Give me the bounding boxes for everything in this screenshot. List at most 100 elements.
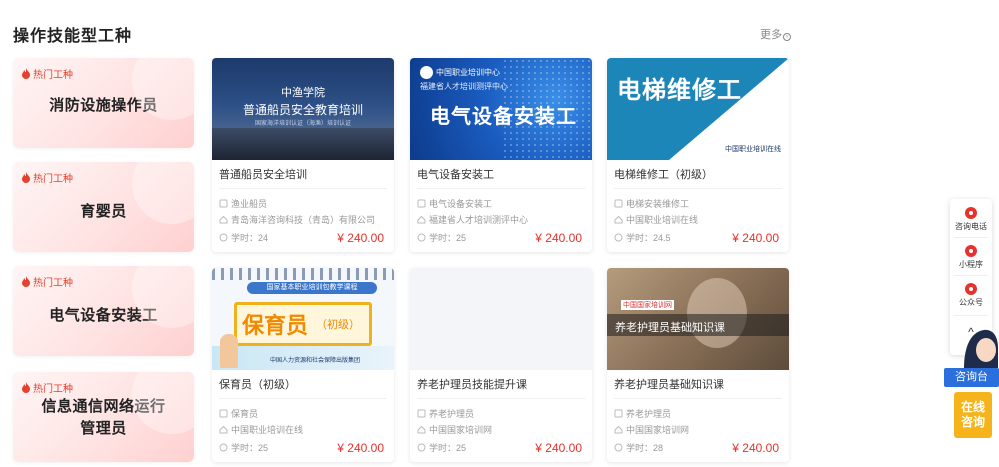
divider: [954, 275, 988, 276]
more-link[interactable]: 更多 ›: [760, 26, 791, 42]
notebook-rings: [212, 268, 394, 280]
course-hours-label: 学时：25: [231, 443, 269, 453]
course-thumbnail: 国家基本职业培训包教学课程 保育员 （初级） 中国人力资源和社会保障出版集团: [212, 268, 394, 370]
phone-icon: [965, 207, 977, 219]
course-hours: 学时：25: [417, 441, 466, 454]
official-account-item[interactable]: 公众号: [950, 283, 992, 308]
fp-label: 小程序: [959, 260, 983, 269]
course-org: 福建省人才培训测评中心: [417, 213, 528, 226]
wechat-icon: [965, 283, 977, 295]
course-card[interactable]: 养老护理员技能提升课 养老护理员 中国国家培训网 学时：25 ¥ 240.00: [410, 268, 592, 462]
course-hours: 学时：24: [219, 231, 268, 244]
home-icon: [219, 425, 228, 434]
thumbnail-banner: 国家基本职业培训包教学课程: [247, 282, 377, 294]
course-type: 养老护理员: [614, 407, 671, 420]
course-price: ¥ 240.00: [535, 441, 582, 455]
course-org-label: 中国职业培训在线: [626, 215, 699, 225]
thumbnail-text: 福建省人才培训测评中心: [420, 82, 508, 91]
category-name: 电气设备安装工: [49, 307, 158, 324]
course-title: 电气设备安装工: [417, 169, 494, 181]
course-title: 普通船员安全培训: [219, 169, 307, 181]
hot-tag: 热门工种: [21, 380, 73, 395]
thumbnail-text: 电梯维修工: [617, 77, 742, 104]
book-icon: [417, 409, 426, 418]
divider: [219, 398, 387, 399]
hot-tag-label: 热门工种: [33, 384, 73, 395]
course-card[interactable]: 中国国家培训网 养老护理员基础知识课 养老护理员基础知识课 养老护理员 中国国家…: [607, 268, 789, 462]
course-type-label: 电梯安装维修工: [626, 199, 690, 209]
thumbnail-text: 养老护理员基础知识课: [615, 322, 725, 334]
home-icon: [614, 215, 623, 224]
hot-tag-label: 热门工种: [33, 174, 73, 185]
thumbnail-text: 电气设备安装工: [430, 106, 577, 128]
course-type: 养老护理员: [417, 407, 474, 420]
course-org-label: 中国国家培训网: [626, 425, 690, 435]
category-name: 消防设施操作员: [49, 97, 158, 114]
course-type-label: 电气设备安装工: [429, 199, 493, 209]
divider: [614, 188, 782, 189]
fp-label: 咨询电话: [955, 222, 987, 231]
course-thumbnail: 中国职业培训中心 福建省人才培训测评中心 电气设备安装工: [410, 58, 592, 160]
course-price: ¥ 240.00: [337, 231, 384, 245]
divider: [954, 237, 988, 238]
category-card-fire-equipment[interactable]: 热门工种 消防设施操作员: [13, 58, 194, 148]
clock-icon: [614, 443, 623, 452]
course-org-label: 中国职业培训在线: [231, 425, 304, 435]
home-icon: [614, 425, 623, 434]
chevron-right-icon: ›: [783, 33, 791, 41]
consult-desk-button[interactable]: 咨询台: [944, 368, 999, 387]
divider: [614, 398, 782, 399]
online-consult-button[interactable]: 在线 咨询: [954, 392, 992, 438]
hot-tag-label: 热门工种: [33, 70, 73, 81]
course-price: ¥ 240.00: [337, 441, 384, 455]
section-title: 操作技能型工种: [13, 28, 133, 45]
course-card[interactable]: 中国职业培训中心 福建省人才培训测评中心 电气设备安装工 电气设备安装工 电气设…: [410, 58, 592, 252]
course-org: 中国国家培训网: [417, 423, 492, 436]
course-card[interactable]: 中渔学院 普通船员安全教育培训 国家海洋培训认证（海渔）培训认证 普通船员安全培…: [212, 58, 394, 252]
course-type: 渔业船员: [219, 197, 267, 210]
mini-program-icon: [965, 245, 977, 257]
book-icon: [417, 199, 426, 208]
clock-icon: [417, 233, 426, 242]
thumbnail-text: 保育员: [242, 313, 309, 338]
flame-icon: [22, 276, 30, 287]
course-org: 中国职业培训在线: [219, 423, 303, 436]
clock-icon: [614, 233, 623, 242]
category-card-network[interactable]: 热门工种 信息通信网络运行管理员: [13, 372, 194, 462]
home-icon: [417, 215, 426, 224]
course-type: 电梯安装维修工: [614, 197, 689, 210]
online-consult-line1: 在线: [960, 400, 985, 414]
thumbnail-harbor: [212, 128, 394, 160]
home-icon: [417, 425, 426, 434]
flame-icon: [22, 172, 30, 183]
course-org: 中国国家培训网: [614, 423, 689, 436]
thumbnail-text: （初级）: [316, 319, 360, 331]
book-icon: [614, 199, 623, 208]
course-org-label: 青岛海洋咨询科技（青岛）有限公司: [231, 215, 376, 225]
page: 操作技能型工种 更多 › 热门工种 消防设施操作员 热门工种 育婴员 热门工种 电…: [0, 0, 999, 467]
more-label: 更多: [760, 29, 782, 41]
course-org-label: 中国国家培训网: [429, 425, 493, 435]
category-name: 信息通信网络运行管理员: [41, 398, 166, 437]
category-card-electrical[interactable]: 热门工种 电气设备安装工: [13, 266, 194, 356]
assistant-avatar-icon: [964, 329, 998, 368]
course-hours: 学时：25: [219, 441, 268, 454]
hot-tag-label: 热门工种: [33, 278, 73, 289]
divider: [954, 315, 988, 316]
course-org: 中国职业培训在线: [614, 213, 698, 226]
thumbnail-text: 中国职业培训中心: [436, 68, 500, 77]
home-icon: [219, 215, 228, 224]
flame-icon: [22, 382, 30, 393]
course-hours-label: 学时：25: [429, 443, 467, 453]
thumbnail-text: 中国人力资源和社会保障出版集团: [270, 358, 361, 364]
course-title: 养老护理员技能提升课: [417, 379, 527, 391]
category-card-infant-care[interactable]: 热门工种 育婴员: [13, 162, 194, 252]
hot-tag: 热门工种: [21, 66, 73, 81]
mini-program-item[interactable]: 小程序: [950, 245, 992, 270]
course-hours: 学时：24.5: [614, 231, 671, 244]
course-card[interactable]: 国家基本职业培训包教学课程 保育员 （初级） 中国人力资源和社会保障出版集团 保…: [212, 268, 394, 462]
course-card[interactable]: 电梯维修工 中国职业培训在线 电梯维修工（初级） 电梯安装维修工 中国职业培训在…: [607, 58, 789, 252]
phone-consult-item[interactable]: 咨询电话: [950, 207, 992, 232]
thumbnail-text: 普通船员安全教育培训: [242, 103, 363, 117]
flame-icon: [22, 68, 30, 79]
